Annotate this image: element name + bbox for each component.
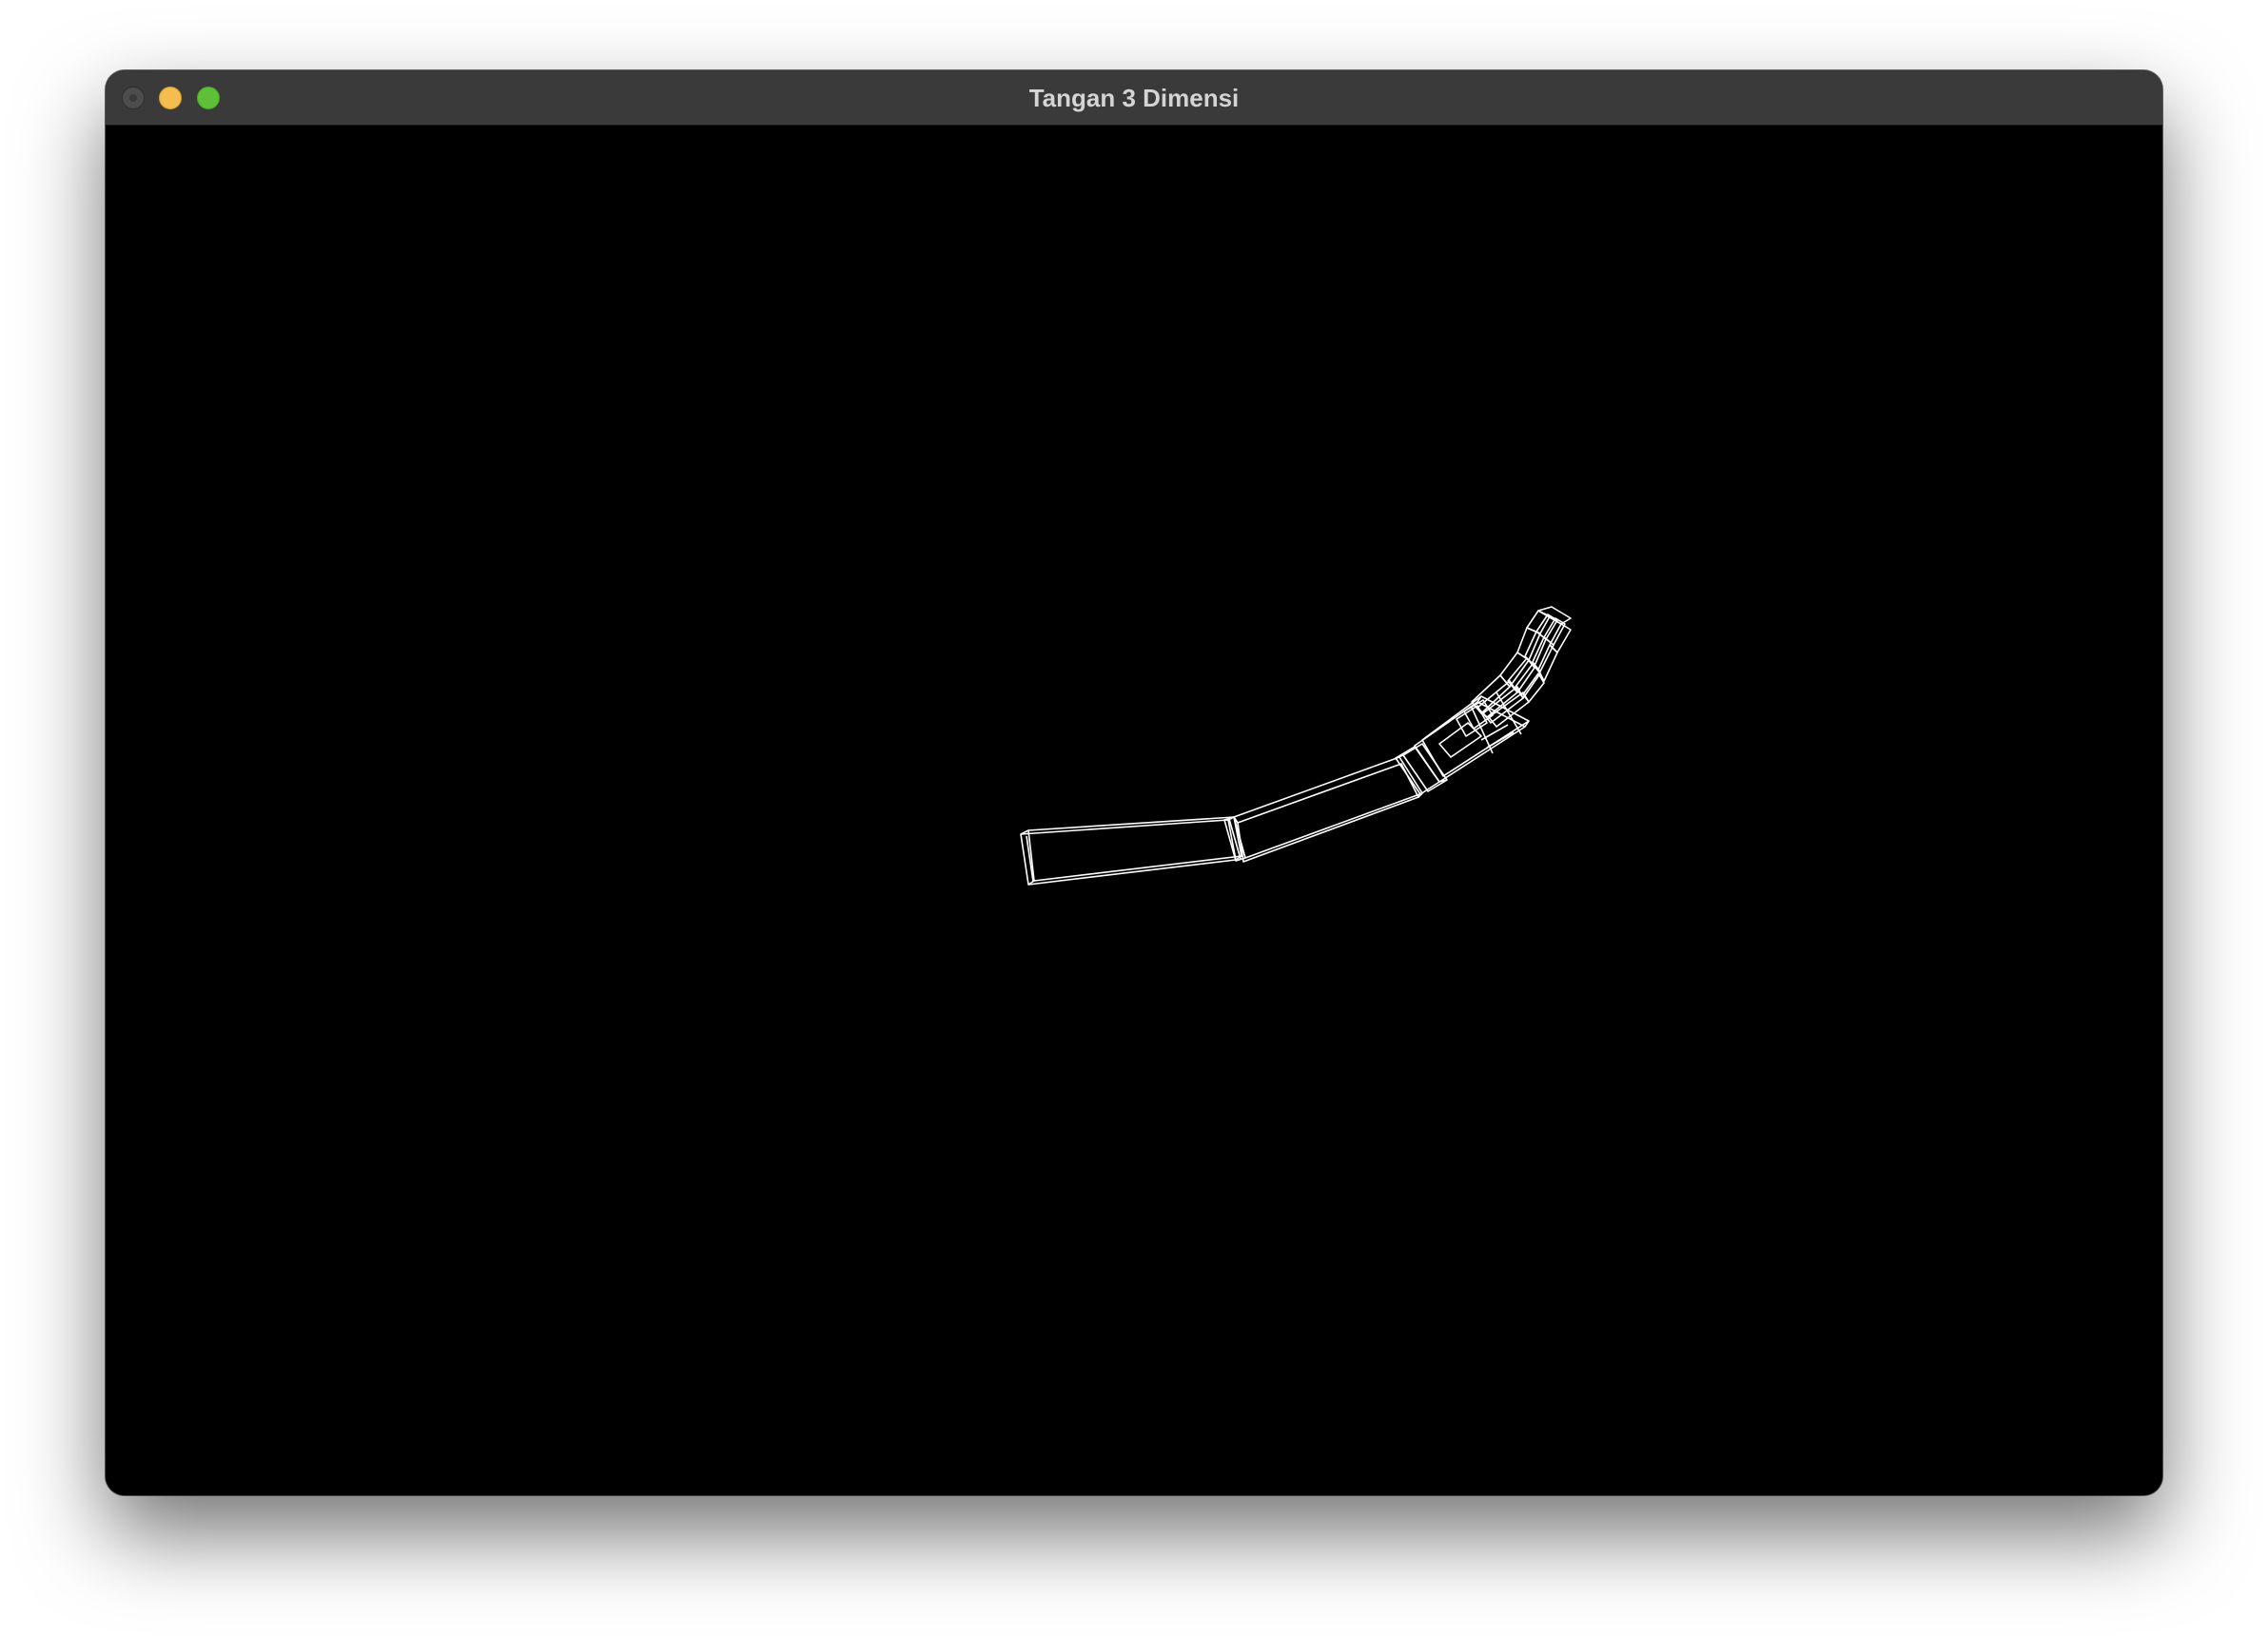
upper-arm-wireframe [1020,816,1242,886]
app-window: Tangan 3 Dimensi [106,70,2162,1495]
window-title: Tangan 3 Dimensi [1028,84,1240,112]
wireframe-scene [1020,606,1572,886]
title-bar[interactable]: Tangan 3 Dimensi [106,70,2162,126]
opengl-viewport[interactable] [106,126,2162,1495]
forearm-wireframe [1233,756,1423,863]
